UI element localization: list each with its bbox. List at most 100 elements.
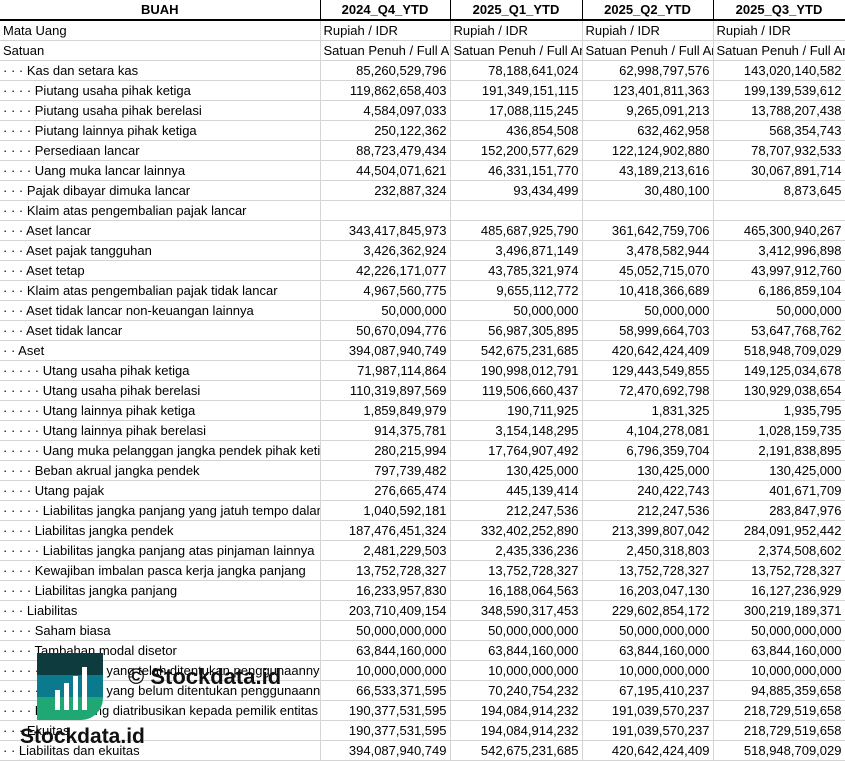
cell-value[interactable]: 518,948,709,029 bbox=[713, 340, 845, 361]
cell-value[interactable]: 232,887,324 bbox=[320, 180, 451, 201]
cell-value[interactable]: 119,862,658,403 bbox=[320, 80, 451, 101]
row-label[interactable]: · · · · Uang muka lancar lainnya bbox=[0, 160, 321, 181]
cell-value[interactable]: 50,000,000 bbox=[713, 300, 845, 321]
row-label[interactable]: · · · · Piutang usaha pihak berelasi bbox=[0, 100, 321, 121]
row-label[interactable]: · · · Klaim atas pengembalian pajak lanc… bbox=[0, 200, 321, 221]
cell-value[interactable]: 152,200,577,629 bbox=[450, 140, 583, 161]
cell-value[interactable]: 85,260,529,796 bbox=[320, 60, 451, 81]
row-label[interactable]: · · · · · Utang lainnya pihak ketiga bbox=[0, 400, 321, 421]
cell-value[interactable]: 9,265,091,213 bbox=[582, 100, 714, 121]
cell-value[interactable]: 10,418,366,689 bbox=[582, 280, 714, 301]
cell-value[interactable]: Satuan Penuh / Full Amount bbox=[450, 40, 583, 61]
cell-value[interactable]: 63,844,160,000 bbox=[713, 640, 845, 661]
cell-value[interactable] bbox=[713, 200, 845, 221]
row-label[interactable]: · · · · · Liabilitas jangka panjang yang… bbox=[0, 500, 321, 521]
row-label[interactable]: · · · · Liabilitas jangka pendek bbox=[0, 520, 321, 541]
cell-value[interactable]: 343,417,845,973 bbox=[320, 220, 451, 241]
cell-value[interactable]: 6,186,859,104 bbox=[713, 280, 845, 301]
cell-value[interactable]: 10,000,000,000 bbox=[450, 660, 583, 681]
cell-value[interactable]: 58,999,664,703 bbox=[582, 320, 714, 341]
cell-value[interactable]: 129,443,549,855 bbox=[582, 360, 714, 381]
cell-value[interactable]: 62,998,797,576 bbox=[582, 60, 714, 81]
cell-value[interactable]: 190,711,925 bbox=[450, 400, 583, 421]
cell-value[interactable]: 194,084,914,232 bbox=[450, 720, 583, 741]
row-label[interactable]: · · · Liabilitas bbox=[0, 600, 321, 621]
cell-value[interactable]: 30,480,100 bbox=[582, 180, 714, 201]
cell-value[interactable]: 43,997,912,760 bbox=[713, 260, 845, 281]
cell-value[interactable]: 56,987,305,895 bbox=[450, 320, 583, 341]
cell-value[interactable]: 50,670,094,776 bbox=[320, 320, 451, 341]
cell-value[interactable]: 632,462,958 bbox=[582, 120, 714, 141]
cell-value[interactable]: 2,191,838,895 bbox=[713, 440, 845, 461]
cell-value[interactable]: Rupiah / IDR bbox=[713, 20, 845, 41]
cell-value[interactable]: 283,847,976 bbox=[713, 500, 845, 521]
cell-value[interactable]: 88,723,479,434 bbox=[320, 140, 451, 161]
header-period[interactable]: 2025_Q2_YTD bbox=[582, 0, 714, 21]
cell-value[interactable]: 44,504,071,621 bbox=[320, 160, 451, 181]
cell-value[interactable]: 1,859,849,979 bbox=[320, 400, 451, 421]
cell-value[interactable]: 348,590,317,453 bbox=[450, 600, 583, 621]
cell-value[interactable]: 10,000,000,000 bbox=[713, 660, 845, 681]
cell-value[interactable]: 130,425,000 bbox=[450, 460, 583, 481]
cell-value[interactable]: 50,000,000,000 bbox=[582, 620, 714, 641]
row-label[interactable]: · · · · · Uang muka pelanggan jangka pen… bbox=[0, 440, 321, 461]
cell-value[interactable]: 119,506,660,437 bbox=[450, 380, 583, 401]
header-period[interactable]: 2024_Q4_YTD bbox=[320, 0, 451, 21]
cell-value[interactable]: 401,671,709 bbox=[713, 480, 845, 501]
cell-value[interactable]: 17,764,907,492 bbox=[450, 440, 583, 461]
cell-value[interactable]: 284,091,952,442 bbox=[713, 520, 845, 541]
row-label[interactable]: Satuan bbox=[0, 40, 321, 61]
cell-value[interactable]: 13,752,728,327 bbox=[713, 560, 845, 581]
cell-value[interactable]: 190,377,531,595 bbox=[320, 720, 451, 741]
cell-value[interactable]: 63,844,160,000 bbox=[582, 640, 714, 661]
cell-value[interactable]: 63,844,160,000 bbox=[450, 640, 583, 661]
cell-value[interactable]: 46,331,151,770 bbox=[450, 160, 583, 181]
row-label[interactable]: · · · · · Liabilitas jangka panjang atas… bbox=[0, 540, 321, 561]
cell-value[interactable]: 190,377,531,595 bbox=[320, 700, 451, 721]
cell-value[interactable]: 16,203,047,130 bbox=[582, 580, 714, 601]
row-label[interactable]: · · · Aset tidak lancar non-keuangan lai… bbox=[0, 300, 321, 321]
cell-value[interactable]: 568,354,743 bbox=[713, 120, 845, 141]
cell-value[interactable] bbox=[582, 200, 714, 221]
header-period[interactable]: 2025_Q3_YTD bbox=[713, 0, 845, 21]
cell-value[interactable]: 445,139,414 bbox=[450, 480, 583, 501]
cell-value[interactable]: 2,481,229,503 bbox=[320, 540, 451, 561]
cell-value[interactable]: 4,584,097,033 bbox=[320, 100, 451, 121]
row-label[interactable]: · · · Klaim atas pengembalian pajak tida… bbox=[0, 280, 321, 301]
cell-value[interactable]: 199,139,539,612 bbox=[713, 80, 845, 101]
cell-value[interactable]: 50,000,000,000 bbox=[713, 620, 845, 641]
cell-value[interactable]: 213,399,807,042 bbox=[582, 520, 714, 541]
cell-value[interactable]: 16,233,957,830 bbox=[320, 580, 451, 601]
cell-value[interactable]: 43,785,321,974 bbox=[450, 260, 583, 281]
cell-value[interactable]: 130,425,000 bbox=[582, 460, 714, 481]
cell-value[interactable]: 8,873,645 bbox=[713, 180, 845, 201]
cell-value[interactable]: 50,000,000,000 bbox=[320, 620, 451, 641]
cell-value[interactable]: 212,247,536 bbox=[582, 500, 714, 521]
cell-value[interactable]: 212,247,536 bbox=[450, 500, 583, 521]
cell-value[interactable]: 1,028,159,735 bbox=[713, 420, 845, 441]
row-label[interactable]: · · · · Tambahan modal disetor bbox=[0, 640, 321, 661]
cell-value[interactable]: 3,478,582,944 bbox=[582, 240, 714, 261]
cell-value[interactable]: 420,642,424,409 bbox=[582, 340, 714, 361]
cell-value[interactable]: 130,929,038,654 bbox=[713, 380, 845, 401]
cell-value[interactable]: 394,087,940,749 bbox=[320, 340, 451, 361]
cell-value[interactable]: 914,375,781 bbox=[320, 420, 451, 441]
row-label[interactable]: · · · · · Cadangan yang telah ditentukan… bbox=[0, 660, 321, 681]
row-label[interactable]: · · · Aset lancar bbox=[0, 220, 321, 241]
cell-value[interactable]: 187,476,451,324 bbox=[320, 520, 451, 541]
cell-value[interactable]: 130,425,000 bbox=[713, 460, 845, 481]
cell-value[interactable]: 63,844,160,000 bbox=[320, 640, 451, 661]
cell-value[interactable]: 13,752,728,327 bbox=[320, 560, 451, 581]
cell-value[interactable]: 191,039,570,237 bbox=[582, 700, 714, 721]
cell-value[interactable]: 394,087,940,749 bbox=[320, 740, 451, 761]
cell-value[interactable]: 43,189,213,616 bbox=[582, 160, 714, 181]
cell-value[interactable]: 542,675,231,685 bbox=[450, 340, 583, 361]
cell-value[interactable]: 190,998,012,791 bbox=[450, 360, 583, 381]
cell-value[interactable]: 465,300,940,267 bbox=[713, 220, 845, 241]
cell-value[interactable]: 361,642,759,706 bbox=[582, 220, 714, 241]
cell-value[interactable]: 13,788,207,438 bbox=[713, 100, 845, 121]
cell-value[interactable]: 72,470,692,798 bbox=[582, 380, 714, 401]
row-label[interactable]: · · · Aset tidak lancar bbox=[0, 320, 321, 341]
cell-value[interactable]: 30,067,891,714 bbox=[713, 160, 845, 181]
cell-value[interactable] bbox=[450, 200, 583, 221]
